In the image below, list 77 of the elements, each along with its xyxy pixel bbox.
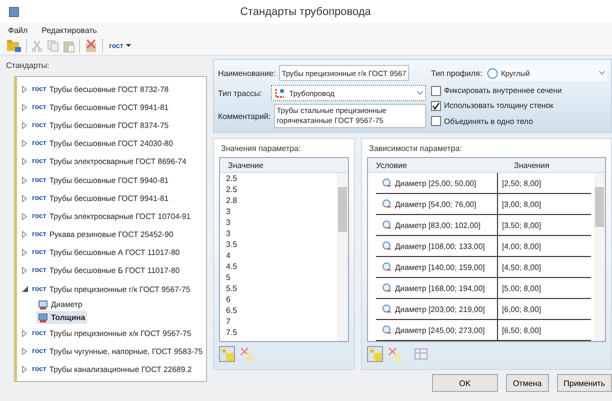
expand-triangle-icon[interactable] xyxy=(22,231,29,238)
menu-item[interactable]: Файл xyxy=(8,26,28,34)
diameter-icon xyxy=(382,283,391,293)
diameter-icon xyxy=(382,325,391,335)
empty-checkbox[interactable] xyxy=(431,116,441,126)
expand-triangle-icon[interactable] xyxy=(22,176,29,184)
standards-label: Стандарты: xyxy=(6,61,50,70)
table-cell-text: 5 xyxy=(225,272,232,283)
parameter-icon xyxy=(38,300,48,310)
table-cell-text: 3 xyxy=(225,206,232,217)
table-cell-text: 3.5 xyxy=(225,239,238,250)
table-cell-text: 2.5 xyxy=(225,184,238,195)
menu-item[interactable]: Редактировать xyxy=(42,26,97,34)
panel-label: Зависимости параметра: xyxy=(369,144,463,153)
table-cell-text: 3 xyxy=(225,217,232,228)
table-icon[interactable] xyxy=(413,346,429,362)
diameter-icon xyxy=(382,304,391,314)
table-cell-text: 7 xyxy=(225,316,232,327)
field-label: Тип профиля: xyxy=(431,68,482,78)
app-icon xyxy=(9,6,19,16)
delete-value-icon[interactable] xyxy=(239,346,255,362)
expand-triangle-icon[interactable] xyxy=(22,249,29,256)
panel-label: Значения параметра: xyxy=(221,144,302,153)
copy-icon[interactable] xyxy=(47,40,59,52)
table-cell-text: 3 xyxy=(225,228,232,239)
column-header: Значения xyxy=(513,160,550,170)
expand-triangle-icon[interactable] xyxy=(22,366,29,374)
table-cell-text: 7.5 xyxy=(225,327,238,338)
expand-triangle-icon[interactable] xyxy=(22,140,29,148)
expand-triangle-icon[interactable] xyxy=(22,348,29,356)
table-cell-text: 2.5 xyxy=(225,173,238,184)
chevron-icon xyxy=(417,91,423,95)
table-cell-text: 6 xyxy=(225,294,232,305)
ok-button[interactable]: OK xyxy=(432,374,498,392)
apply-button[interactable]: Применить xyxy=(556,374,612,392)
expand-triangle-icon[interactable] xyxy=(22,330,29,337)
field-label: Тип трассы: xyxy=(218,88,262,98)
chevron-icon xyxy=(599,71,605,75)
checked-checkbox[interactable] xyxy=(431,100,441,111)
parameter-icon xyxy=(38,312,48,323)
table-cell-text: 6.5 xyxy=(225,305,238,316)
add-value-icon[interactable] xyxy=(219,346,235,362)
paste-icon[interactable] xyxy=(63,40,75,52)
folder-icon[interactable] xyxy=(6,39,22,53)
pipeline-icon xyxy=(274,88,286,98)
cancel-button[interactable]: Отмена xyxy=(506,374,549,392)
diameter-icon xyxy=(382,262,391,272)
table-cell-text: 5.5 xyxy=(225,283,238,294)
scrollbar[interactable] xyxy=(337,173,348,341)
table-cell-text: 4 xyxy=(225,250,232,261)
expand-triangle-icon[interactable] xyxy=(22,267,29,274)
caret-icon xyxy=(126,44,132,48)
expand-triangle-icon[interactable] xyxy=(22,194,29,202)
expand-triangle-icon[interactable] xyxy=(22,86,29,93)
table-cell-text: 2.8 xyxy=(225,195,238,206)
diameter-icon xyxy=(382,178,391,188)
scrollbar[interactable] xyxy=(594,173,605,341)
diameter-icon xyxy=(382,220,391,230)
circle-icon xyxy=(487,68,498,78)
cut-icon[interactable] xyxy=(31,40,43,52)
table-cell-text: 4.5 xyxy=(225,261,238,272)
expand-triangle-icon[interactable] xyxy=(22,212,29,220)
delete-dependency-icon[interactable] xyxy=(387,346,403,362)
column-header: Условие xyxy=(375,160,408,170)
diameter-icon xyxy=(382,199,391,209)
delete-icon[interactable] xyxy=(84,39,98,53)
empty-checkbox[interactable] xyxy=(431,86,441,96)
field-label: Наименование: xyxy=(218,68,276,78)
expand-triangle-icon[interactable] xyxy=(22,122,29,129)
window-title: Стандарты трубопровода xyxy=(239,6,372,18)
field-label: Комментарий: xyxy=(218,112,271,120)
add-dependency-icon[interactable] xyxy=(367,346,383,362)
expand-triangle-icon[interactable] xyxy=(22,104,29,111)
diameter-icon xyxy=(382,241,391,251)
expand-triangle-icon[interactable] xyxy=(22,158,29,166)
collapse-triangle-icon[interactable] xyxy=(22,286,29,292)
column-header: Значение xyxy=(227,160,264,170)
